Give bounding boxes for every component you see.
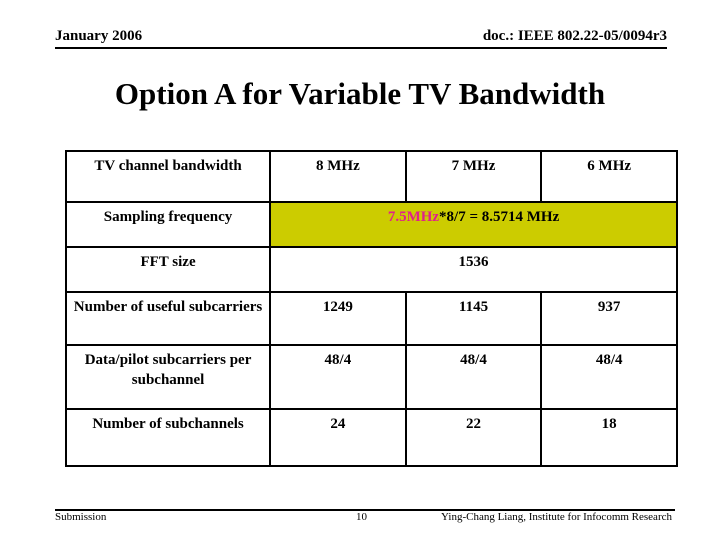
- sampling-frequency-value: 7.5MHz*8/7 = 8.5714 MHz: [269, 201, 678, 248]
- header-cell: 6 MHz: [540, 150, 678, 203]
- row-label: Number of useful subcarriers: [64, 291, 272, 346]
- table-cell: 18: [540, 408, 678, 467]
- table-cell: 1249: [269, 291, 407, 346]
- table-cell: 22: [404, 408, 543, 467]
- table-row: Data/pilot subcarriers per subchannel 48…: [64, 344, 678, 410]
- row-label: Sampling frequency: [64, 201, 272, 248]
- table-cell: 48/4: [404, 344, 543, 410]
- fft-size-value: 1536: [269, 246, 678, 293]
- footer-submission: Submission: [55, 511, 107, 523]
- table-row-sampling-frequency: Sampling frequency 7.5MHz*8/7 = 8.5714 M…: [64, 201, 678, 248]
- header-cell: 8 MHz: [269, 150, 407, 203]
- page-number: 10: [356, 511, 367, 523]
- header-cell: 7 MHz: [404, 150, 543, 203]
- sampling-frequency-formula: *8/7 = 8.5714 MHz: [439, 209, 560, 225]
- slide-title: Option A for Variable TV Bandwidth: [114, 76, 606, 111]
- spec-table: TV channel bandwidth 8 MHz 7 MHz 6 MHz S…: [64, 150, 678, 467]
- row-label: Number of subchannels: [64, 408, 272, 467]
- footer-author: Ying-Chang Liang, Institute for Infocomm…: [441, 511, 672, 523]
- table-row: Number of subchannels 24 22 18: [64, 408, 678, 467]
- table-row: Number of useful subcarriers 1249 1145 9…: [64, 291, 678, 346]
- table-cell: 24: [269, 408, 407, 467]
- table-cell: 1145: [404, 291, 543, 346]
- row-label: FFT size: [64, 246, 272, 293]
- sampling-frequency-highlight: 7.5MHz: [387, 209, 440, 225]
- row-label: Data/pilot subcarriers per subchannel: [64, 344, 272, 410]
- header-divider: [55, 47, 667, 49]
- table-cell: 937: [540, 291, 678, 346]
- table-cell: 48/4: [540, 344, 678, 410]
- table-header-row: TV channel bandwidth 8 MHz 7 MHz 6 MHz: [64, 150, 678, 203]
- header-date: January 2006: [55, 28, 143, 44]
- table-row-fft-size: FFT size 1536: [64, 246, 678, 293]
- header-doc-id: doc.: IEEE 802.22-05/0094r3: [482, 28, 667, 44]
- header-cell: TV channel bandwidth: [64, 150, 272, 203]
- table-cell: 48/4: [269, 344, 407, 410]
